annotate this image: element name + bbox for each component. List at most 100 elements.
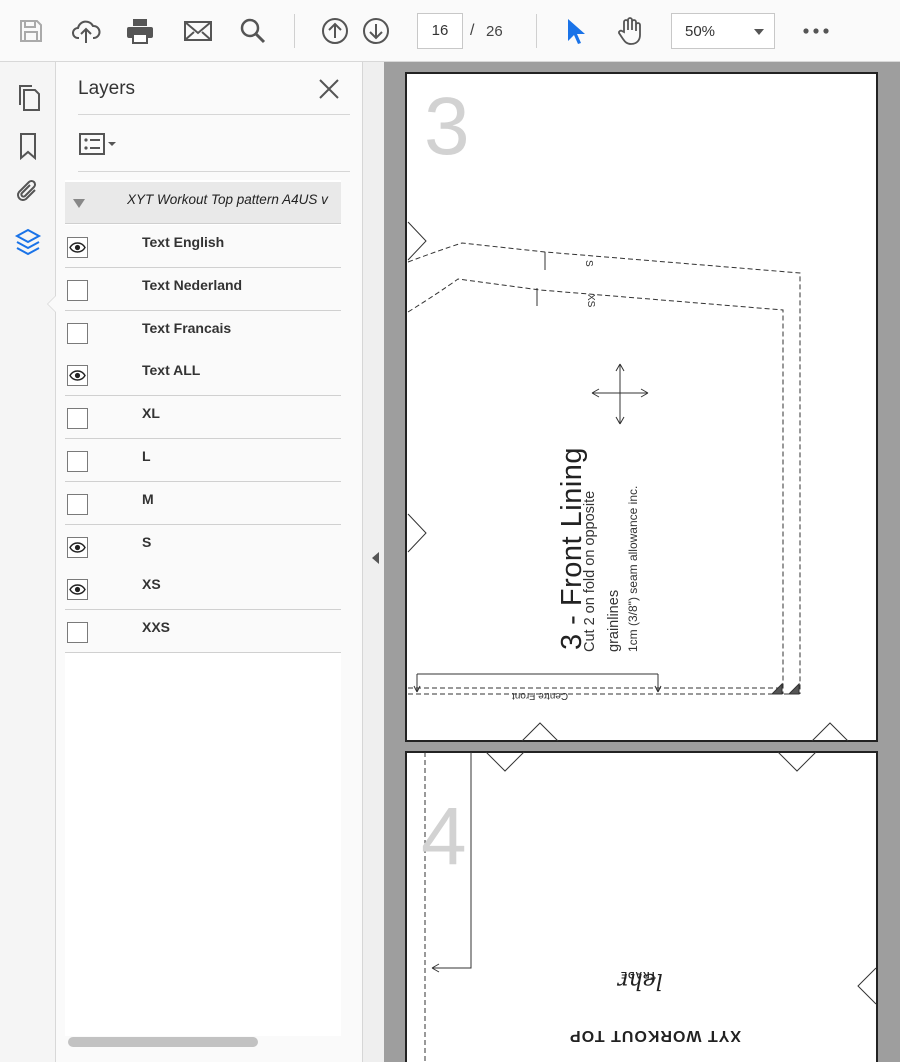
save-icon <box>20 20 42 42</box>
select-tool-button[interactable] <box>557 12 593 50</box>
close-icon <box>319 79 339 99</box>
panel-splitter[interactable] <box>362 62 384 1062</box>
upload-button[interactable] <box>68 12 104 50</box>
layers-button[interactable] <box>10 224 46 260</box>
layer-visibility-toggle[interactable] <box>67 237 88 258</box>
page-number-label: 4 <box>421 791 467 882</box>
page-number-input[interactable]: 16 <box>417 13 463 49</box>
layer-row[interactable]: XXS <box>65 610 341 654</box>
layer-row[interactable]: Text English <box>65 225 341 268</box>
save-button[interactable] <box>13 12 49 50</box>
left-rail <box>0 62 56 1062</box>
pattern-piece-instruction: Cut 2 on fold on opposite <box>582 490 598 652</box>
seam-allowance-note: 1cm (3/8") seam allowance inc. <box>626 485 640 652</box>
search-button[interactable] <box>235 12 271 50</box>
size-label-s: S <box>583 260 594 267</box>
layer-visibility-toggle[interactable] <box>67 536 88 558</box>
eye-icon <box>69 541 86 553</box>
top-toolbar: 16 / 26 50% <box>0 0 900 62</box>
panel-divider <box>78 114 350 115</box>
eye-icon <box>69 242 86 253</box>
layer-visibility-toggle[interactable] <box>67 493 88 515</box>
bookmark-icon <box>20 133 36 160</box>
more-options-button[interactable] <box>798 12 834 50</box>
layer-row[interactable]: M <box>65 481 341 525</box>
layer-row[interactable]: XL <box>65 396 341 440</box>
layer-row[interactable]: XS <box>65 567 341 611</box>
root-layer[interactable]: XYT Workout Top pattern A4US v <box>65 182 341 224</box>
layer-label: Text ALL <box>142 362 201 379</box>
pdf-viewer: 16 / 26 50% Layers XYT Workout Top patte… <box>0 0 900 1062</box>
expand-triangle-icon[interactable] <box>73 199 85 208</box>
layer-visibility-toggle[interactable] <box>67 322 88 344</box>
document-view[interactable] <box>384 62 900 1062</box>
layer-visibility-toggle[interactable] <box>67 365 88 387</box>
collapse-arrow-icon[interactable] <box>372 552 379 564</box>
page-total: 26 <box>486 23 503 40</box>
chevron-down-icon <box>754 29 764 35</box>
close-panel-button[interactable] <box>314 74 344 104</box>
layer-label: S <box>142 533 152 550</box>
page-number-label: 3 <box>424 81 470 172</box>
centre-front-label: Centre Front <box>512 690 569 701</box>
zoom-value: 50% <box>685 23 716 40</box>
brand-logo-trade: TRADE <box>620 970 656 980</box>
layer-visibility-toggle[interactable] <box>67 579 88 601</box>
panel-divider <box>78 171 350 172</box>
layer-visibility-toggle[interactable] <box>67 622 88 644</box>
pages-icon <box>19 85 40 111</box>
horizontal-scrollbar[interactable] <box>68 1037 258 1047</box>
mail-icon <box>184 21 212 41</box>
layers-tree: XYT Workout Top pattern A4US v Text Engl… <box>65 180 341 1036</box>
layer-visibility-toggle[interactable] <box>67 408 88 430</box>
hand-tool-button[interactable] <box>612 12 648 50</box>
layer-row[interactable]: Text Francais <box>65 310 341 354</box>
panel-title: Layers <box>78 78 136 99</box>
layer-row[interactable]: Text ALL <box>65 353 341 397</box>
layers-panel: Layers XYT Workout Top pattern A4US v Te… <box>56 62 362 1062</box>
layers-icon <box>14 228 42 256</box>
more-icon <box>803 28 829 34</box>
previous-page-button[interactable] <box>317 12 353 50</box>
layer-row[interactable]: L <box>65 439 341 482</box>
root-layer-label: XYT Workout Top pattern A4US v <box>127 192 328 207</box>
layer-options-button[interactable] <box>78 130 122 158</box>
cloud-upload-icon <box>72 20 101 43</box>
select-arrow-icon <box>568 19 585 44</box>
bookmarks-button[interactable] <box>10 128 46 164</box>
active-panel-pointer <box>47 295 56 313</box>
attachment-icon <box>17 179 37 201</box>
zoom-select[interactable]: 50% <box>671 13 775 49</box>
pattern-piece-instruction: grainlines <box>606 589 622 652</box>
layer-label: L <box>142 448 151 464</box>
layer-label: XL <box>142 405 160 422</box>
eye-icon <box>69 584 86 596</box>
layer-label: Text Francais <box>142 319 232 336</box>
layer-label: XXS <box>142 619 171 636</box>
attachments-button[interactable] <box>10 174 46 210</box>
hand-icon <box>618 17 641 45</box>
page-up-icon <box>322 18 348 44</box>
print-button[interactable] <box>122 12 158 50</box>
page-separator: / <box>470 22 475 39</box>
next-page-button[interactable] <box>358 12 394 50</box>
toolbar-divider <box>294 14 295 48</box>
layer-visibility-toggle[interactable] <box>67 451 88 472</box>
layer-visibility-toggle[interactable] <box>67 279 88 301</box>
size-label-xs: XS <box>585 294 596 308</box>
layer-label: Text Nederland <box>142 276 243 293</box>
pdf-page <box>405 72 878 742</box>
pattern-brand-title: XYT WORKOUT TOP <box>569 1027 742 1044</box>
layer-label: M <box>142 490 154 507</box>
pdf-page <box>405 751 878 1062</box>
layer-label: Text English <box>142 234 225 250</box>
layer-row[interactable]: S <box>65 524 341 568</box>
pages-button[interactable] <box>10 80 46 116</box>
print-icon <box>127 19 153 44</box>
list-options-icon <box>79 133 116 155</box>
email-button[interactable] <box>180 12 216 50</box>
page-down-icon <box>363 18 389 44</box>
search-icon <box>240 18 266 44</box>
layer-label: XS <box>142 576 161 593</box>
layer-row[interactable]: Text Nederland <box>65 267 341 311</box>
